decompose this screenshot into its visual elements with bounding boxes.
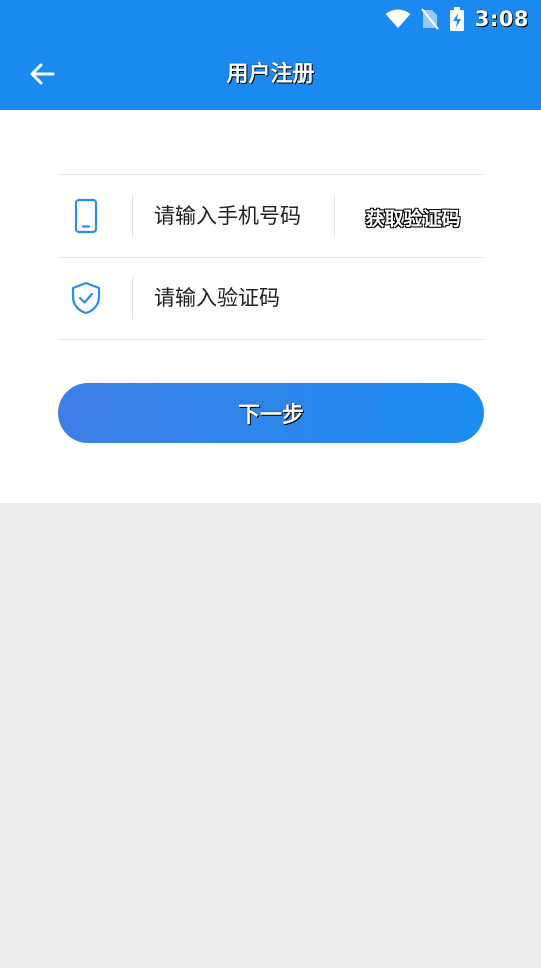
code-input[interactable] bbox=[154, 277, 454, 319]
app-bar: 用户注册 bbox=[0, 38, 541, 110]
register-form: 获取验证码 下一步 bbox=[0, 110, 541, 503]
no-sim-icon bbox=[420, 8, 439, 30]
code-row bbox=[58, 257, 484, 340]
code-button-divider bbox=[334, 195, 335, 237]
phone-row: 获取验证码 bbox=[58, 174, 484, 258]
phone-divider bbox=[132, 195, 133, 237]
wifi-icon bbox=[385, 9, 411, 28]
page-title: 用户注册 bbox=[226, 62, 315, 87]
phone-icon bbox=[68, 197, 104, 235]
shield-check-icon bbox=[68, 279, 104, 317]
status-bar: 3:08 bbox=[0, 0, 541, 38]
phone-input[interactable] bbox=[154, 195, 334, 237]
status-icons: 3:08 bbox=[385, 6, 529, 32]
get-code-button[interactable]: 获取验证码 bbox=[348, 201, 478, 233]
status-time: 3:08 bbox=[474, 7, 529, 31]
code-divider bbox=[132, 277, 133, 319]
next-button[interactable]: 下一步 bbox=[58, 383, 484, 443]
battery-charging-icon bbox=[449, 7, 464, 31]
top-bar: 3:08 用户注册 bbox=[0, 0, 541, 110]
